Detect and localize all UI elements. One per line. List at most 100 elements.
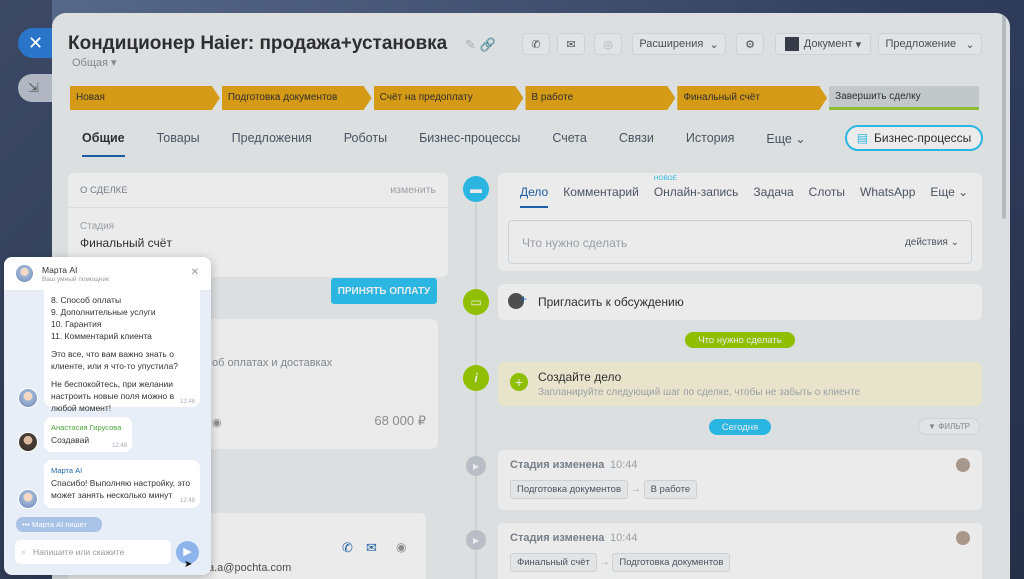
extensions-button[interactable]: Расширения ⌄ [632, 33, 726, 55]
bot-name: Марта AI [51, 466, 83, 475]
settings-button[interactable]: ⚙ [736, 33, 764, 55]
tag-icon: ▸ [472, 459, 480, 473]
contact-email[interactable]: а.a@pochta.com [208, 562, 291, 574]
info-icon: i [474, 371, 478, 385]
stage-close-deal[interactable]: Завершить сделку [829, 86, 979, 110]
payments-text: об оплатах и доставках [212, 357, 333, 369]
skype-button[interactable]: ◎ [594, 33, 622, 55]
tab-links[interactable]: Связи [619, 131, 654, 157]
minimize-slider-button[interactable]: ⇲ [18, 74, 54, 102]
actions-label: действия [904, 237, 948, 248]
filter-label: ФИЛЬТР [938, 422, 970, 431]
close-slider-button[interactable]: ✕ [18, 28, 56, 58]
messenger-icon[interactable]: ◉ [396, 540, 406, 554]
todo-input[interactable]: Что нужно сделать действия ⌄ [508, 220, 972, 264]
phone-icon[interactable]: ✆ [342, 540, 353, 556]
deal-tabs: Общие Товары Предложения Роботы Бизнес-п… [82, 131, 838, 157]
accept-payment-button[interactable]: ПРИНЯТЬ ОПЛАТУ [331, 278, 437, 304]
link-icon[interactable]: 🔗 [480, 37, 496, 52]
msg-paragraph: Это все, что вам важно знать о клиенте, … [51, 349, 178, 371]
online-booking-label: Онлайн-запись [653, 185, 739, 199]
event-card-2: Стадия изменена 10:44 Финальный счёт → П… [498, 523, 982, 579]
tab-activity-more[interactable]: Еще ⌄ [930, 185, 968, 208]
actions-dropdown[interactable]: действия ⌄ [905, 237, 959, 248]
tab-general[interactable]: Общие [82, 131, 125, 157]
msg-line: 10. Гарантия [51, 319, 102, 329]
today-pill: Сегодня [709, 419, 771, 435]
bp-button-label: Бизнес-процессы [874, 131, 972, 145]
ai-chat-widget: Марта AI Ваш умный помощник ✕ 8. Способ … [4, 257, 211, 575]
proposal-button[interactable]: Предложение ⌄ [878, 33, 982, 55]
close-icon: ✕ [28, 33, 44, 53]
tab-slots[interactable]: Слоты [809, 185, 845, 208]
tab-products[interactable]: Товары [157, 131, 200, 157]
tab-proposals[interactable]: Предложения [232, 131, 312, 157]
msg-line: 8. Способ оплаты [51, 295, 122, 305]
call-button[interactable]: ✆ [522, 33, 550, 55]
scrollbar[interactable] [1002, 13, 1006, 219]
author-avatar[interactable] [956, 531, 970, 545]
extensions-label: Расширения [639, 38, 704, 50]
marta-avatar [15, 264, 34, 283]
tab-robots[interactable]: Роботы [344, 131, 387, 157]
create-task-card[interactable]: + Создайте дело Запланируйте следующий ш… [498, 362, 982, 406]
chat-input[interactable]: ⌕ Напишите или скажите [15, 540, 171, 564]
message-icon: ▬ [470, 182, 482, 196]
stage-final-invoice[interactable]: Финальный счёт [677, 86, 827, 110]
deal-category[interactable]: Общая ▾ [72, 56, 117, 69]
chevron-down-icon: ⌄ [965, 38, 975, 51]
user-name: Анастасия Гирусова [51, 423, 122, 432]
tab-history[interactable]: История [686, 131, 734, 157]
user-avatar [18, 432, 38, 452]
mail-icon[interactable]: ✉ [366, 540, 377, 556]
activity-dot: ▬ [463, 176, 489, 202]
tab-comment[interactable]: Комментарий [563, 185, 639, 208]
stage-in-work[interactable]: В работе [525, 86, 675, 110]
stage-new[interactable]: Новая [70, 86, 220, 110]
info-dot: i [463, 365, 489, 391]
tab-task-deal[interactable]: Дело [520, 185, 549, 208]
stage-change-dot: ▸ [466, 456, 486, 476]
email-button[interactable]: ✉ [557, 33, 585, 55]
tab-task[interactable]: Задача [753, 185, 793, 208]
proposal-label: Предложение [885, 38, 957, 50]
event-title: Стадия изменена [510, 532, 605, 544]
stage-from: Подготовка документов [510, 480, 629, 499]
tab-online-booking[interactable]: Онлайн-запись НОВОЕ [653, 175, 739, 208]
pencil-icon[interactable]: ✎ [465, 37, 476, 52]
create-task-subtitle: Запланируйте следующий шаг по сделке, чт… [538, 387, 861, 398]
chat-bubble-icon: ▭ [470, 295, 482, 309]
author-avatar[interactable] [956, 458, 970, 472]
arrow-right-icon: → [630, 484, 641, 495]
invite-card[interactable]: + Пригласить к обсуждению [498, 284, 982, 320]
stage-prepay[interactable]: Счёт на предоплату [374, 86, 524, 110]
stage-to: В работе [643, 480, 698, 499]
title-edit-icons[interactable]: ✎ 🔗 [465, 37, 496, 53]
tab-more[interactable]: Еще ⌄ [766, 131, 805, 157]
tab-more-label: Еще [766, 132, 792, 146]
stage-bar: Новая Подготовка документов Счёт на пред… [70, 86, 981, 110]
edit-link[interactable]: изменить [390, 184, 436, 196]
tab-whatsapp[interactable]: WhatsApp [860, 185, 915, 208]
stage-docs[interactable]: Подготовка документов [222, 86, 372, 110]
document-button[interactable]: Документ ▾ [775, 33, 871, 55]
paperclip-icon[interactable]: ⌕ [21, 540, 26, 564]
stage-field-value[interactable]: Финальный счёт [80, 236, 172, 250]
minimize-icon: ⇲ [28, 80, 39, 95]
business-processes-button[interactable]: ▤ Бизнес-процессы [845, 125, 983, 151]
typing-label: Марта AI пишет [31, 520, 87, 529]
stage-from: Финальный счёт [510, 553, 597, 572]
filter-button[interactable]: ▼ ФИЛЬТР [918, 418, 980, 435]
close-chat-icon[interactable]: ✕ [191, 267, 199, 278]
document-label: Документ [803, 38, 853, 50]
chevron-down-icon: ▾ [855, 38, 862, 51]
chevron-down-icon: ▾ [111, 57, 117, 69]
marta-avatar [18, 388, 38, 408]
chevron-down-icon: ⌄ [958, 185, 969, 199]
stage-to: Подготовка документов [612, 553, 731, 572]
dots-icon: ••• [22, 520, 30, 529]
about-header: О СДЕЛКЕ [80, 185, 128, 196]
tab-invoices[interactable]: Счета [552, 131, 586, 157]
activity-tabs: Дело Комментарий Онлайн-запись НОВОЕ Зада… [520, 175, 968, 208]
tab-business-processes[interactable]: Бизнес-процессы [419, 131, 520, 157]
